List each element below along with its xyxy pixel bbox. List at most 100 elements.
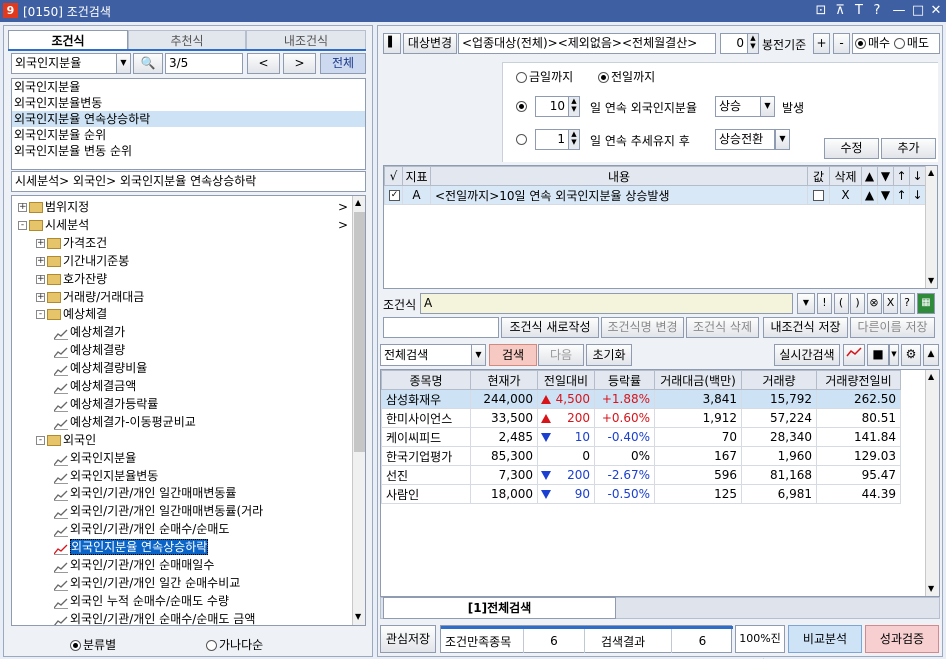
condition-top-button[interactable]: ↑ xyxy=(894,186,910,205)
tree-node[interactable]: 외국인/기관/개인 순매수/순매도 금액 xyxy=(54,610,255,626)
bong-spinner[interactable]: ▲▼ xyxy=(747,33,759,54)
stock-name[interactable]: 한국기업평가 xyxy=(382,447,471,466)
bong-value[interactable]: 0 xyxy=(720,33,748,54)
maximize-icon[interactable]: □ xyxy=(909,3,927,18)
search-mode-select[interactable]: 전체검색 xyxy=(380,344,472,366)
scroll-down-icon[interactable]: ▼ xyxy=(928,276,934,285)
new-condition-button[interactable]: 조건식 새로작성 xyxy=(501,317,599,338)
sort-by-category[interactable]: 분류별 xyxy=(70,636,116,653)
row2-radio[interactable] xyxy=(516,132,529,146)
until-today-option[interactable]: 금일까지 xyxy=(516,68,573,85)
until-yesterday-option[interactable]: 전일까지 xyxy=(598,68,655,85)
row1-dropdown-button[interactable]: ▼ xyxy=(760,96,775,117)
results-column-header[interactable]: 거래량전일비 xyxy=(817,371,901,390)
condition-list-item[interactable]: 외국인지분율 xyxy=(12,79,365,95)
scroll-up-icon[interactable]: ▲ xyxy=(928,168,934,177)
panel-toggle-button[interactable]: ▌ xyxy=(383,33,401,54)
category-dropdown-button[interactable]: ▼ xyxy=(116,53,131,74)
stock-name[interactable]: 선진 xyxy=(382,466,471,485)
help-icon[interactable]: ? xyxy=(868,3,886,18)
results-column-header[interactable]: 현재가 xyxy=(471,371,538,390)
tree-node[interactable]: +기간내기준봉 xyxy=(36,252,129,270)
delete-condition-button[interactable]: 조건식 삭제 xyxy=(686,317,759,338)
scroll-thumb[interactable] xyxy=(354,212,365,452)
condition-row[interactable]: ✓A<전일까지>10일 연속 외국인지분율 상승발생X▲▼↑↓ xyxy=(385,186,926,205)
formula-dropdown-button[interactable]: ▼ xyxy=(797,293,815,314)
tree-node-arrow[interactable]: > xyxy=(338,216,348,234)
checkbox-checked-icon[interactable]: ✓ xyxy=(389,190,400,201)
condition-list-item[interactable]: 외국인지분율 순위 xyxy=(12,127,365,143)
tree-node[interactable]: 외국인지분율변동 xyxy=(54,467,158,485)
next-button[interactable]: > xyxy=(283,53,316,74)
results-scrollbar[interactable]: ▲ ▼ xyxy=(925,370,939,596)
tree-node[interactable]: 외국인 누적 순매수/순매도 수량 xyxy=(54,592,229,610)
expand-icon[interactable]: + xyxy=(36,275,45,284)
tree-node[interactable]: 외국인지분율 xyxy=(54,449,136,467)
expand-icon[interactable]: + xyxy=(36,239,45,248)
scroll-down-icon[interactable]: ▼ xyxy=(355,612,361,621)
tree-node[interactable]: +거래량/거래대금 xyxy=(36,288,144,306)
reset-button[interactable]: 초기화 xyxy=(586,344,632,366)
tree-node[interactable]: -외국인 xyxy=(36,431,96,449)
formula-op-button[interactable]: ( xyxy=(834,293,849,314)
row1-days-spinner[interactable]: ▲▼ xyxy=(568,96,580,117)
font-icon[interactable]: T xyxy=(850,3,868,18)
results-row[interactable]: 케이씨피드2,48510-0.40%7028,340141.84 xyxy=(382,428,901,447)
tab-my-conditions[interactable]: 내조건식 xyxy=(246,30,366,50)
condition-del-button[interactable]: X xyxy=(830,186,862,205)
tree-node-arrow[interactable]: > xyxy=(338,198,348,216)
all-button[interactable]: 전체 xyxy=(320,53,366,74)
collapse-icon[interactable]: - xyxy=(18,221,27,230)
collapse-icon[interactable]: - xyxy=(36,436,45,445)
results-row[interactable]: 한국기업평가85,30000%1671,960129.03 xyxy=(382,447,901,466)
condition-name-input[interactable] xyxy=(383,317,499,338)
collapse-button[interactable]: ▲ xyxy=(923,344,939,366)
condition-value[interactable] xyxy=(808,186,830,205)
stock-name[interactable]: 한미사이언스 xyxy=(382,409,471,428)
chart-button[interactable] xyxy=(843,344,865,366)
results-column-header[interactable]: 종목명 xyxy=(382,371,471,390)
close-icon[interactable]: ✕ xyxy=(927,3,945,18)
condition-table-scrollbar[interactable]: ▲ ▼ xyxy=(925,166,938,288)
condition-list-item[interactable]: 외국인지분율 변동 순위 xyxy=(12,143,365,159)
settings-button[interactable]: ⚙ xyxy=(901,344,921,366)
tree-node[interactable]: 외국인/기관/개인 일간매매변동률 xyxy=(54,484,236,502)
scroll-up-icon[interactable]: ▲ xyxy=(928,372,934,381)
rename-condition-button[interactable]: 조건식명 변경 xyxy=(601,317,684,338)
target-change-button[interactable]: 대상변경 xyxy=(403,33,457,54)
plus-button[interactable]: + xyxy=(813,33,830,54)
formula-op-button[interactable]: ⊗ xyxy=(867,293,882,314)
search-button[interactable]: 🔍 xyxy=(133,53,163,74)
expand-icon[interactable]: + xyxy=(36,293,45,302)
search-mode-dropdown-button[interactable]: ▼ xyxy=(471,344,486,366)
row1-days-input[interactable]: 10 xyxy=(535,96,569,117)
condition-down-button[interactable]: ▼ xyxy=(878,186,894,205)
row1-radio[interactable] xyxy=(516,99,529,113)
stock-name[interactable]: 사람인 xyxy=(382,485,471,504)
scroll-down-icon[interactable]: ▼ xyxy=(928,584,934,593)
tree-node[interactable]: 예상체결량비율 xyxy=(54,359,147,377)
results-column-header[interactable]: 등락률 xyxy=(595,371,655,390)
condition-up-button[interactable]: ▲ xyxy=(862,186,878,205)
tree-node[interactable]: 예상체결가등락률 xyxy=(54,395,158,413)
results-row[interactable]: 한미사이언스33,500200+0.60%1,91257,22480.51 xyxy=(382,409,901,428)
formula-op-button[interactable]: ) xyxy=(850,293,865,314)
edit-button[interactable]: 수정 xyxy=(824,138,879,159)
results-column-header[interactable]: 거래량 xyxy=(742,371,817,390)
tree-node[interactable]: -예상체결 xyxy=(36,305,107,323)
tree-node[interactable]: 외국인지분율 연속상승하락 xyxy=(54,538,208,556)
add-button[interactable]: 추가 xyxy=(881,138,936,159)
results-row[interactable]: 선진7,300200-2.67%59681,16895.47 xyxy=(382,466,901,485)
next-search-button[interactable]: 다음 xyxy=(538,344,584,366)
tab-recommended[interactable]: 추천식 xyxy=(128,30,246,50)
performance-button[interactable]: 성과검증 xyxy=(865,625,939,653)
row1-select[interactable]: 상승 xyxy=(715,96,761,117)
formula-op-button[interactable]: ! xyxy=(817,293,832,314)
prev-button[interactable]: < xyxy=(247,53,280,74)
view-dropdown-button[interactable]: ▼ xyxy=(889,344,899,366)
run-search-button[interactable]: 검색 xyxy=(489,344,537,366)
compare-button[interactable]: 비교분석 xyxy=(788,625,862,653)
row2-dropdown-button[interactable]: ▼ xyxy=(775,129,790,150)
tab-all-search[interactable]: [1]전체검색 xyxy=(383,597,616,619)
tree-node[interactable]: 예상체결량 xyxy=(54,341,125,359)
